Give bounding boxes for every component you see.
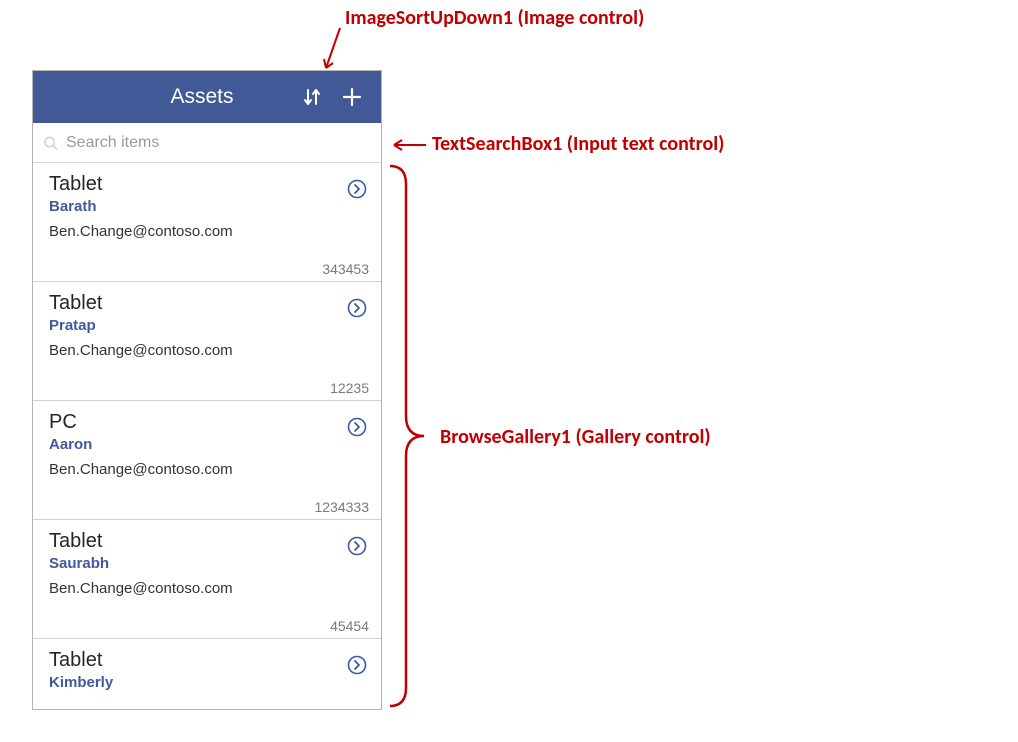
item-title: PC — [49, 411, 365, 434]
gallery-item[interactable]: Tablet Saurabh Ben.Change@contoso.com 45… — [33, 520, 381, 639]
item-title: Tablet — [49, 530, 365, 553]
item-nav-icon[interactable] — [347, 655, 367, 675]
item-nav-icon[interactable] — [347, 417, 367, 437]
annotation-searchbox: TextSearchBox1 (Input text control) — [432, 132, 724, 156]
item-email: Ben.Change@contoso.com — [49, 342, 365, 359]
item-owner: Barath — [49, 198, 365, 215]
annotation-arrow-search — [390, 137, 428, 153]
item-title: Tablet — [49, 292, 365, 315]
browse-gallery[interactable]: Tablet Barath Ben.Change@contoso.com 343… — [33, 163, 381, 709]
sort-updown-icon[interactable] — [301, 86, 323, 108]
annotation-bracket — [388, 164, 428, 708]
item-nav-icon[interactable] — [347, 298, 367, 318]
item-id: 343453 — [322, 261, 369, 277]
gallery-item[interactable]: Tablet Pratap Ben.Change@contoso.com 122… — [33, 282, 381, 401]
item-email: Ben.Change@contoso.com — [49, 223, 365, 240]
add-icon[interactable] — [341, 86, 363, 108]
item-title: Tablet — [49, 173, 365, 196]
item-owner: Aaron — [49, 436, 365, 453]
search-icon — [43, 135, 58, 151]
item-id: 1234333 — [314, 499, 369, 515]
annotation-gallery: BrowseGallery1 (Gallery control) — [440, 425, 711, 449]
search-bar[interactable] — [33, 123, 381, 163]
gallery-item[interactable]: Tablet Barath Ben.Change@contoso.com 343… — [33, 163, 381, 282]
item-owner: Pratap — [49, 317, 365, 334]
search-input[interactable] — [64, 133, 371, 153]
item-email: Ben.Change@contoso.com — [49, 580, 365, 597]
app-header: Assets — [33, 71, 381, 123]
annotation-arrow-top — [322, 26, 342, 72]
item-owner: Saurabh — [49, 555, 365, 572]
header-title: Assets — [103, 85, 301, 109]
item-id: 45454 — [330, 618, 369, 634]
item-nav-icon[interactable] — [347, 536, 367, 556]
item-nav-icon[interactable] — [347, 179, 367, 199]
gallery-item[interactable]: Tablet Kimberly — [33, 639, 381, 709]
annotation-sort-icon: ImageSortUpDown1 (Image control) — [345, 6, 644, 30]
app-frame: Assets Tablet Barath Ben.C — [32, 70, 382, 710]
gallery-item[interactable]: PC Aaron Ben.Change@contoso.com 1234333 — [33, 401, 381, 520]
item-title: Tablet — [49, 649, 365, 672]
header-actions — [301, 86, 381, 108]
item-email: Ben.Change@contoso.com — [49, 461, 365, 478]
item-id: 12235 — [330, 380, 369, 396]
item-owner: Kimberly — [49, 674, 365, 691]
